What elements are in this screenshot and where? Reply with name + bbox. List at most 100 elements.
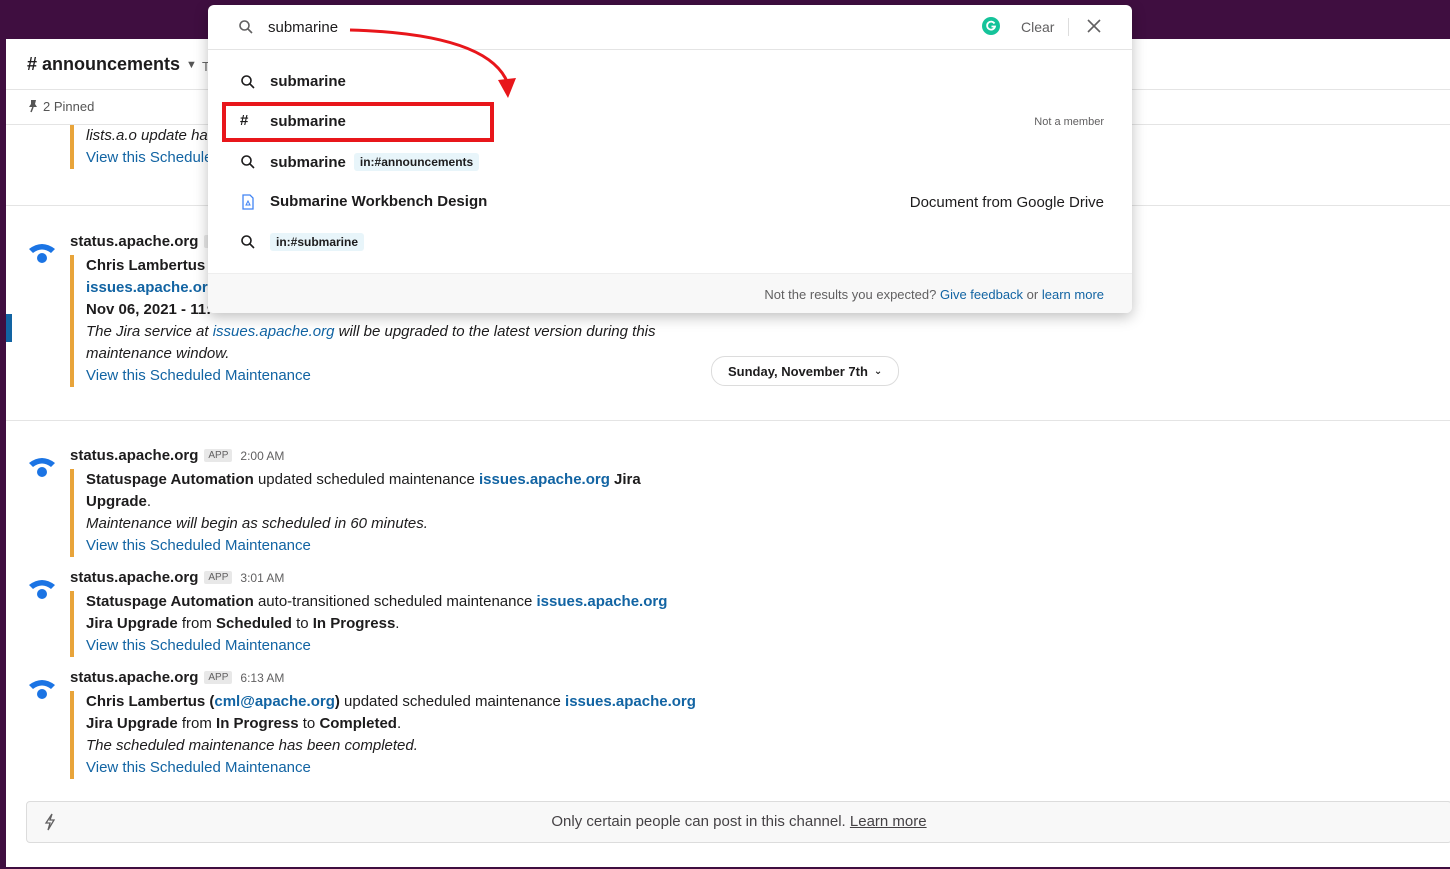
author-name: Chris Lambertus ( xyxy=(86,693,215,710)
search-icon xyxy=(241,155,255,169)
message-header: status.apache.org APP 6:13 AM xyxy=(70,669,284,686)
message-text: updated scheduled maintenance xyxy=(339,693,566,710)
search-icon xyxy=(239,20,253,34)
suggestion-label: submarine xyxy=(270,73,346,90)
sender-name[interactable]: status.apache.org xyxy=(70,669,198,686)
notice-text: Only certain people can post in this cha… xyxy=(27,813,1450,830)
issues-link[interactable]: issues.apache.org xyxy=(536,593,667,610)
message-header: status.apache.org APP 2:00 AM xyxy=(70,447,284,464)
search-suggestion[interactable]: submarine in:#announcements xyxy=(208,142,1132,182)
app-badge: APP xyxy=(204,571,233,584)
issues-link[interactable]: issues.apache.org xyxy=(213,323,335,340)
message-text: Jira Upgrade xyxy=(86,615,178,632)
message-attachment: Statuspage Automation updated scheduled … xyxy=(70,469,706,557)
message-text: The Jira service at xyxy=(86,323,213,340)
message-text: . xyxy=(146,493,152,510)
search-suggestion[interactable]: in:#submarine xyxy=(208,222,1132,262)
document-source: Document from Google Drive xyxy=(909,194,1104,211)
date-divider-button[interactable]: Sunday, November 7th ⌄ xyxy=(711,356,900,386)
learn-more-link[interactable]: learn more xyxy=(1042,287,1104,302)
search-filter-tag: in:#announcements xyxy=(353,153,480,171)
issues-link[interactable]: issues.apache.org xyxy=(86,279,217,296)
message-text: maintenance window. xyxy=(86,345,230,362)
message-text: In Progress xyxy=(216,715,299,732)
sender-name[interactable]: status.apache.org xyxy=(70,569,198,586)
statuspage-avatar-icon xyxy=(29,244,55,263)
message-header: status.apache.org APP 3:01 AM xyxy=(70,569,284,586)
feedback-text: Not the results you expected? xyxy=(764,287,940,302)
message-text: Completed xyxy=(319,715,397,732)
notice-message: Only certain people can post in this cha… xyxy=(551,813,850,830)
message-text: from xyxy=(177,615,217,632)
view-maintenance-link[interactable]: View this Scheduled Maintenance xyxy=(86,365,706,387)
annotation-arrow-icon xyxy=(349,28,516,98)
close-icon[interactable] xyxy=(1086,17,1102,35)
timestamp[interactable]: 6:13 AM xyxy=(240,671,284,685)
author-name: Statuspage Automation xyxy=(86,471,254,488)
chevron-down-icon: ⌄ xyxy=(873,365,883,377)
sender-name[interactable]: status.apache.org xyxy=(70,447,198,464)
message-text: In Progress xyxy=(312,615,396,632)
message-text: updated scheduled maintenance xyxy=(253,471,479,488)
feedback-text: or xyxy=(1023,287,1042,302)
pinned-button[interactable]: 2 Pinned xyxy=(43,99,94,114)
search-icon xyxy=(241,75,255,89)
message-header: status.apache.org AP xyxy=(70,233,226,250)
suggestion-text: submarine xyxy=(270,153,346,171)
suggestion-label: submarine in:#announcements xyxy=(270,153,480,171)
divider xyxy=(6,420,1450,421)
message-text: will be upgraded to the latest version d… xyxy=(334,323,656,340)
message-text: from xyxy=(177,715,217,732)
timestamp[interactable]: 3:01 AM xyxy=(240,571,284,585)
view-maintenance-link[interactable]: View this Scheduled Maintenance xyxy=(86,535,706,557)
app-badge: APP xyxy=(204,449,233,462)
author-name: Chris Lambertus ( xyxy=(86,257,215,274)
divider xyxy=(1068,18,1069,36)
restricted-posting-notice: Only certain people can post in this cha… xyxy=(26,801,1450,843)
search-filter-tag: in:#submarine xyxy=(270,233,365,251)
statuspage-avatar-icon xyxy=(29,580,55,599)
chevron-down-icon: ▼ xyxy=(186,58,197,71)
view-maintenance-link[interactable]: View this Scheduled Maintenance xyxy=(86,635,706,657)
learn-more-link[interactable]: Learn more xyxy=(850,813,927,830)
message-text: The scheduled maintenance has been compl… xyxy=(86,737,418,754)
message-attachment: Chris Lambertus (cml@apache.org) updated… xyxy=(70,691,706,779)
search-icon xyxy=(241,235,255,249)
annotation-highlight-box xyxy=(222,102,494,142)
message-text: Maintenance will begin as scheduled in 6… xyxy=(86,515,428,532)
give-feedback-link[interactable]: Give feedback xyxy=(940,287,1023,302)
author-email-link[interactable]: cml@apache.org xyxy=(214,693,335,710)
view-maintenance-link[interactable]: View this Scheduled Maintenance xyxy=(86,757,706,779)
app-badge: APP xyxy=(204,671,233,684)
message-text: . xyxy=(396,715,402,732)
message-text: Upgrade xyxy=(86,493,147,510)
timestamp[interactable]: 2:00 AM xyxy=(240,449,284,463)
suggestion-text: submarine xyxy=(270,73,346,90)
date-divider-label: Sunday, November 7th xyxy=(728,363,868,379)
search-suggestion-document[interactable]: Submarine Workbench Design Document from… xyxy=(208,182,1132,222)
membership-status: Not a member xyxy=(1034,116,1104,128)
message-attachment: Statuspage Automation auto-transitioned … xyxy=(70,591,706,657)
suggestion-label: in:#submarine xyxy=(270,233,365,251)
issues-link[interactable]: issues.apache.org xyxy=(479,471,610,488)
search-feedback-bar: Not the results you expected? Give feedb… xyxy=(208,273,1132,313)
message-text: . xyxy=(395,615,400,632)
author-name: Statuspage Automation xyxy=(86,593,254,610)
message-text: to xyxy=(291,615,313,632)
message-text: Jira xyxy=(609,471,641,488)
issues-link[interactable]: issues.apache.org xyxy=(565,693,696,710)
statuspage-avatar-icon xyxy=(29,680,55,699)
search-input[interactable]: submarine xyxy=(268,19,338,36)
message-text: to xyxy=(298,715,320,732)
message-text: Jira Upgrade xyxy=(86,715,178,732)
channel-name: # announcements xyxy=(27,54,181,74)
sender-name[interactable]: status.apache.org xyxy=(70,233,198,250)
google-doc-icon xyxy=(242,194,254,210)
suggestion-label: Submarine Workbench Design xyxy=(270,193,487,210)
pin-icon xyxy=(29,100,37,113)
grammarly-icon[interactable] xyxy=(982,17,1000,35)
channel-name-button[interactable]: # announcements ▼ xyxy=(27,54,197,75)
message-text: Scheduled xyxy=(216,615,292,632)
suggestion-text: Submarine Workbench Design xyxy=(270,193,488,210)
clear-button[interactable]: Clear xyxy=(1021,19,1054,35)
